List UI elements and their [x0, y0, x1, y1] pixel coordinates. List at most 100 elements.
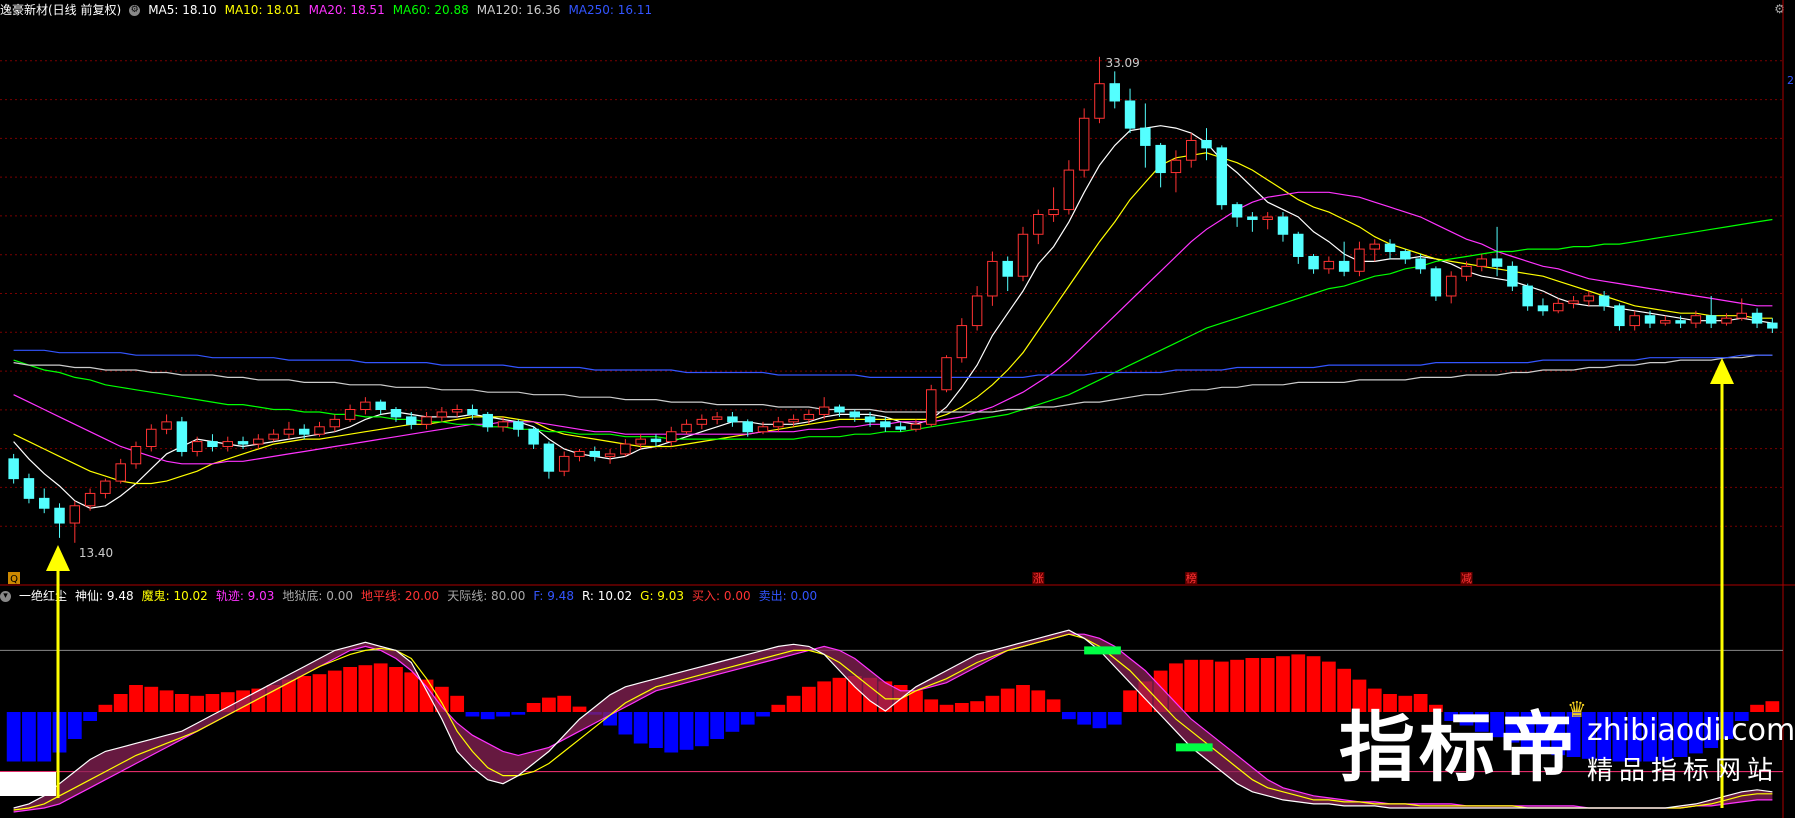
candle-body [558, 455, 570, 472]
right-axis-label: 2 [1787, 74, 1794, 87]
candle-body [1644, 315, 1656, 324]
hist-bar-up [190, 695, 205, 712]
candle-body [451, 409, 463, 413]
candle-body [742, 421, 753, 433]
candle-body [650, 438, 662, 443]
hist-bar-up [786, 695, 801, 712]
hist-bar-up [832, 677, 847, 712]
candle-body [1629, 315, 1640, 327]
hist-bar-up [542, 697, 556, 712]
candle-body [161, 421, 172, 430]
candle-body [268, 433, 279, 440]
candle-body [604, 453, 616, 457]
hist-bar-down [480, 712, 495, 720]
hist-bar-down [618, 712, 633, 735]
candle-body [1721, 317, 1732, 324]
hist-bar-up [572, 706, 587, 712]
candle-body [84, 492, 96, 507]
candle-body [38, 497, 50, 509]
candle-body [589, 450, 601, 457]
hist-bar-down [6, 712, 21, 762]
candle-body [543, 443, 555, 472]
candle-body [956, 325, 968, 359]
candle-body [635, 438, 646, 445]
hist-bar-down [1107, 712, 1122, 725]
hist-bar-down [740, 712, 755, 725]
candle-body [1537, 305, 1549, 312]
watermark: ♛ 指标帝 zhibiaodi.com 精品指标网站 [1325, 698, 1795, 800]
hist-bar-down [679, 712, 694, 750]
candle-body [406, 416, 417, 425]
candle-body [436, 411, 448, 418]
chart-canvas[interactable]: 33.09 13.40 涨 榜 减 Q 2 [0, 0, 1795, 818]
hist-bar-up [1123, 690, 1137, 712]
hist-bar-up [1260, 658, 1275, 712]
hist-bar-up [939, 704, 954, 712]
candle-body [1675, 320, 1686, 324]
hist-bar-up [802, 686, 816, 712]
candle-body [528, 428, 539, 445]
candle-body [1308, 255, 1319, 270]
candle-body [1767, 322, 1778, 329]
candle-body [298, 428, 310, 435]
candle-body [482, 413, 493, 428]
hist-bar-down [710, 712, 725, 739]
hist-bar-up [1214, 661, 1229, 712]
candle-body [971, 295, 983, 327]
candle-body [497, 421, 509, 428]
hist-bar-up [1184, 659, 1199, 712]
hist-bar-down [649, 712, 663, 748]
hist-bar-up [113, 694, 128, 712]
candle-body [467, 409, 478, 415]
candle-body [1598, 295, 1610, 307]
candle-body [1507, 265, 1518, 287]
watermark-sub: 精品指标网站 [1587, 756, 1780, 786]
hist-bar-up [954, 703, 969, 712]
hist-bar-up [1230, 659, 1244, 712]
hist-bar-up [924, 699, 939, 712]
hist-bar-up [98, 704, 113, 712]
candle-body [1751, 312, 1763, 324]
candle-body [849, 411, 861, 418]
candle-body [176, 421, 188, 452]
candle-body [253, 438, 264, 445]
candle-body [390, 409, 402, 418]
candle-body [69, 505, 81, 524]
hist-bar-up [1245, 658, 1260, 712]
buy-arrow-left-head [46, 545, 70, 571]
candle-body [818, 406, 830, 415]
candle-body [130, 446, 142, 465]
hist-bar-down [664, 712, 679, 753]
hist-bar-up [343, 667, 357, 712]
hist-bar-up [557, 695, 572, 712]
candle-body [1522, 285, 1533, 307]
candle-body [910, 423, 922, 430]
hist-bar-down [1092, 712, 1107, 729]
hist-bar-down [37, 712, 52, 762]
hist-bar-down [725, 712, 740, 732]
candle-body [574, 450, 585, 457]
candle-body [1323, 260, 1335, 270]
candle-body [1063, 169, 1075, 211]
hist-bar-up [297, 676, 312, 712]
candle-body [1033, 214, 1044, 235]
candle-body [1170, 159, 1182, 174]
candle-body [1247, 216, 1258, 220]
hist-bar-up [327, 670, 342, 712]
candle-body [1124, 100, 1136, 129]
hist-bar-down [83, 712, 97, 721]
candle-body [1476, 258, 1488, 267]
candle-body [344, 409, 356, 420]
candle-body [1262, 216, 1273, 220]
hist-bar-up [970, 701, 984, 712]
hist-bar-down [756, 712, 770, 717]
candle-body [1293, 233, 1304, 257]
candle-body [803, 413, 815, 420]
candle-body [1231, 204, 1243, 218]
candle-body [222, 441, 233, 448]
hist-bar-up [358, 665, 373, 712]
hist-bar-up [771, 704, 786, 712]
candle-body [1415, 258, 1426, 270]
hist-bar-down [496, 712, 510, 717]
candle-body [1002, 260, 1013, 277]
